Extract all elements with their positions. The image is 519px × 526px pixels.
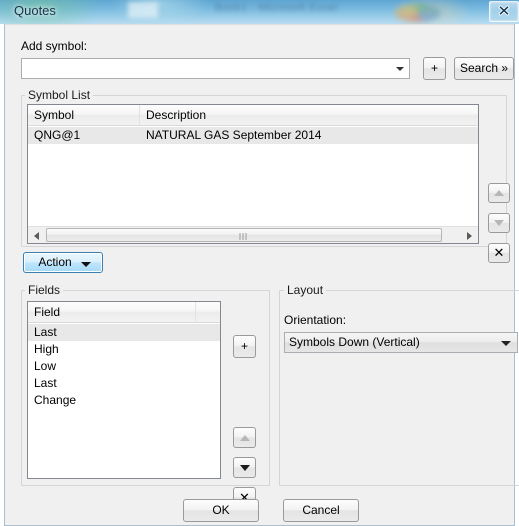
arrow-left-icon (34, 232, 39, 240)
scroll-grip-icon (239, 233, 249, 240)
list-item[interactable]: Last (28, 375, 220, 392)
window-title: Quotes (14, 3, 56, 18)
scroll-right-button[interactable] (461, 227, 478, 243)
close-icon (498, 5, 510, 16)
action-button[interactable]: Action (23, 252, 103, 273)
move-field-up-button[interactable] (233, 427, 256, 448)
layout-group-label: Layout (284, 283, 327, 297)
orientation-value: Symbols Down (Vertical) (289, 335, 420, 349)
add-symbol-button[interactable]: + (423, 57, 446, 80)
column-header-field[interactable]: Field (28, 302, 196, 322)
add-symbol-combo[interactable] (21, 58, 410, 79)
background-window-title-blurred: Book1 - Microsoft Excel (215, 2, 338, 14)
list-item[interactable]: Low (28, 358, 220, 375)
column-header-symbol[interactable]: Symbol (28, 105, 140, 125)
ok-button[interactable]: OK (183, 499, 259, 522)
ok-button-label: OK (212, 503, 230, 517)
dialog-client-inner: Add symbol: + Search » Symbol List Symbo… (5, 24, 519, 524)
list-item[interactable]: Last (28, 324, 220, 341)
column-header-description[interactable]: Description (140, 105, 478, 125)
list-item[interactable]: Change (28, 392, 220, 409)
add-symbol-label: Add symbol: (21, 39, 88, 53)
scroll-left-button[interactable] (28, 227, 45, 243)
cell-field: Last (34, 376, 57, 390)
plus-icon: + (240, 339, 248, 353)
cell-field: Low (34, 359, 57, 373)
cell-symbol: QNG@1 (34, 128, 81, 142)
orientation-dropdown[interactable]: Symbols Down (Vertical) (284, 332, 518, 353)
arrow-up-icon (494, 190, 504, 196)
hscroll-thumb[interactable] (46, 228, 442, 242)
symbol-list-header: Symbol Description (28, 105, 478, 126)
move-symbol-up-button[interactable] (488, 183, 510, 203)
search-button[interactable]: Search » (454, 57, 514, 80)
quotes-dialog-window: Book1 - Microsoft Excel Quotes Add symbo… (0, 0, 519, 526)
title-bar: Book1 - Microsoft Excel Quotes (0, 0, 519, 24)
list-item[interactable]: High (28, 341, 220, 358)
arrow-down-icon (239, 465, 250, 471)
chevron-down-icon (81, 262, 91, 267)
cancel-button-label: Cancel (302, 503, 340, 517)
close-button[interactable] (489, 1, 519, 22)
search-button-label: Search » (459, 61, 509, 75)
cell-field: Change (34, 393, 77, 407)
background-blur-colorwheel (395, 4, 441, 22)
symbol-list-listview[interactable]: Symbol Description QNG@1 NATURAL GAS Sep… (27, 104, 479, 244)
column-header-blank[interactable] (196, 302, 220, 322)
orientation-label: Orientation: (284, 313, 347, 327)
add-field-button[interactable]: + (233, 335, 256, 358)
cell-field: Last (34, 325, 57, 339)
symbol-list-group-label: Symbol List (25, 88, 94, 102)
move-symbol-down-button[interactable] (488, 213, 510, 233)
chevron-down-icon[interactable] (396, 67, 404, 71)
arrow-down-icon (494, 220, 504, 226)
table-row[interactable]: QNG@1 NATURAL GAS September 2014 (28, 127, 478, 144)
add-symbol-input[interactable] (24, 60, 400, 79)
arrow-up-icon (239, 435, 250, 441)
cancel-button[interactable]: Cancel (283, 499, 359, 522)
close-x-icon: ✕ (493, 245, 505, 260)
dialog-client-area: Add symbol: + Search » Symbol List Symbo… (4, 24, 519, 526)
fields-header: Field (28, 302, 220, 323)
cell-description: NATURAL GAS September 2014 (146, 128, 322, 142)
fields-listview[interactable]: Field Last High Low Last Change (27, 301, 221, 479)
remove-symbol-button[interactable]: ✕ (488, 243, 510, 263)
chevron-down-icon[interactable] (501, 341, 511, 346)
move-field-down-button[interactable] (233, 457, 256, 478)
add-symbol-button-label: + (430, 61, 438, 75)
symbol-list-hscrollbar[interactable] (28, 226, 478, 243)
cell-field: High (34, 342, 59, 356)
arrow-right-icon (467, 232, 472, 240)
background-blur-highlight (128, 2, 158, 18)
fields-group-label: Fields (25, 283, 64, 297)
